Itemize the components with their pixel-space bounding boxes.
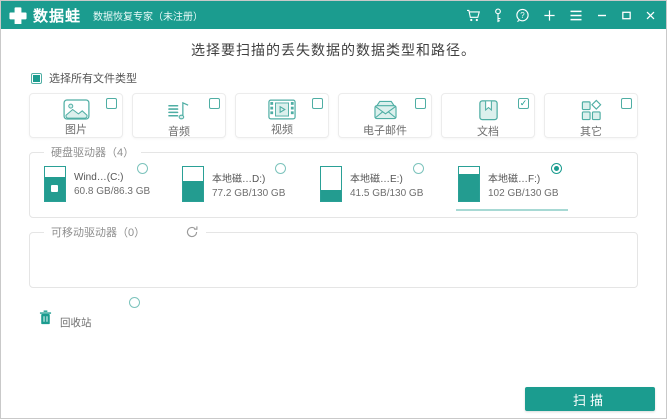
help-icon[interactable]: ? (515, 8, 530, 23)
file-type-card-image[interactable]: 图片 (29, 93, 123, 138)
drive-name: 本地磁…F:) (488, 173, 541, 185)
drive-item-f[interactable]: 本地磁…F:) 102 GB/130 GB (456, 163, 594, 211)
app-name: 数据蛙 (33, 7, 82, 25)
file-type-label: 文档 (477, 126, 499, 138)
app-subtitle: 数据恢复专家（未注册） (93, 11, 204, 23)
recycle-bin-label: 回收站 (60, 317, 92, 329)
drive-icon (182, 166, 204, 202)
document-checkbox[interactable] (518, 98, 529, 109)
recycle-bin-area: 回收站 (29, 292, 638, 338)
removable-drives-group: 可移动驱动器（0） (29, 224, 638, 288)
file-type-card-audio[interactable]: 音频 (132, 93, 226, 138)
hard-drives-legend: 硬盘驱动器（4） (51, 147, 135, 159)
file-type-label: 其它 (580, 126, 602, 138)
page-title: 选择要扫描的丢失数据的数据类型和路径。 (191, 42, 476, 58)
file-type-label: 视频 (271, 124, 293, 136)
drive-item-e[interactable]: 本地磁…E:) 41.5 GB/130 GB (318, 163, 456, 202)
app-window: 数据蛙 数据恢复专家（未注册） ? 选择要扫描的丢失数据的数据类型和路径。 选择… (0, 0, 667, 419)
drive-item-c[interactable]: Wind…(C:) 60.8 GB/86.3 GB (42, 163, 180, 202)
menu-icon[interactable] (569, 10, 583, 21)
audio-checkbox[interactable] (209, 98, 220, 109)
file-type-card-video[interactable]: 视频 (235, 93, 329, 138)
drive-name: 本地磁…E:) (350, 173, 403, 185)
svg-text:?: ? (520, 10, 525, 19)
recycle-bin-radio[interactable] (129, 297, 140, 308)
removable-drives-legend: 可移动驱动器（0） (51, 227, 146, 239)
cart-icon[interactable] (466, 9, 481, 22)
drive-capacity: 77.2 GB/130 GB (212, 187, 286, 199)
drive-capacity: 60.8 GB/86.3 GB (74, 185, 151, 197)
trash-icon (39, 310, 52, 330)
file-type-label: 图片 (65, 124, 87, 136)
file-type-label: 电子邮件 (363, 125, 407, 137)
close-button[interactable] (645, 10, 656, 21)
drive-icon (320, 166, 342, 202)
audio-icon (167, 99, 192, 122)
other-checkbox[interactable] (621, 98, 632, 109)
file-type-card-document[interactable]: 文档 (441, 93, 535, 138)
refresh-icon[interactable] (185, 225, 199, 239)
recycle-bin-item[interactable]: 回收站 (39, 310, 92, 330)
video-checkbox[interactable] (312, 98, 323, 109)
minimize-button[interactable] (596, 9, 608, 21)
select-all-label: 选择所有文件类型 (49, 73, 137, 85)
drive-item-d[interactable]: 本地磁…D:) 77.2 GB/130 GB (180, 163, 318, 202)
email-icon (372, 99, 399, 121)
maximize-button[interactable] (621, 10, 632, 21)
hard-drives-group: 硬盘驱动器（4） Wind…(C:) 60.8 GB/86.3 GB 本地磁…D… (29, 144, 638, 218)
checkbox-indeterminate-icon (31, 72, 42, 84)
file-type-card-email[interactable]: 电子邮件 (338, 93, 432, 138)
image-checkbox[interactable] (106, 98, 117, 109)
scan-button[interactable]: 扫描 (525, 387, 655, 411)
select-all-checkbox[interactable]: 选择所有文件类型 (31, 70, 137, 86)
drive-c-radio[interactable] (137, 163, 148, 174)
file-type-cards: 图片 音频 视频 电子邮件 ✓ 文档 其它 (29, 93, 638, 138)
main-content: 选择要扫描的丢失数据的数据类型和路径。 选择所有文件类型 图片 音频 视频 电子… (1, 40, 666, 418)
image-icon (62, 99, 90, 120)
file-type-card-other[interactable]: 其它 (544, 93, 638, 138)
video-icon (268, 99, 296, 120)
drive-list: Wind…(C:) 60.8 GB/86.3 GB 本地磁…D:) 77.2 G… (42, 163, 625, 211)
brand: 数据蛙 数据恢复专家（未注册） (9, 5, 203, 26)
drive-icon (458, 166, 480, 202)
document-icon (477, 99, 500, 122)
drive-f-radio[interactable] (551, 163, 562, 174)
file-type-label: 音频 (168, 126, 190, 138)
plus-icon[interactable] (543, 9, 556, 22)
titlebar-actions: ? (466, 7, 656, 23)
drive-capacity: 41.5 GB/130 GB (350, 187, 424, 199)
windows-logo-icon (51, 185, 58, 192)
drive-e-radio[interactable] (413, 163, 424, 174)
drive-name: 本地磁…D:) (212, 173, 266, 185)
drive-capacity: 102 GB/130 GB (488, 187, 559, 199)
key-icon[interactable] (494, 7, 502, 23)
drive-d-radio[interactable] (275, 163, 286, 174)
app-logo-icon (9, 6, 27, 24)
other-icon (580, 99, 603, 122)
email-checkbox[interactable] (415, 98, 426, 109)
titlebar: 数据蛙 数据恢复专家（未注册） ? (1, 1, 666, 29)
selected-underline (456, 209, 568, 211)
drive-icon (44, 166, 66, 202)
